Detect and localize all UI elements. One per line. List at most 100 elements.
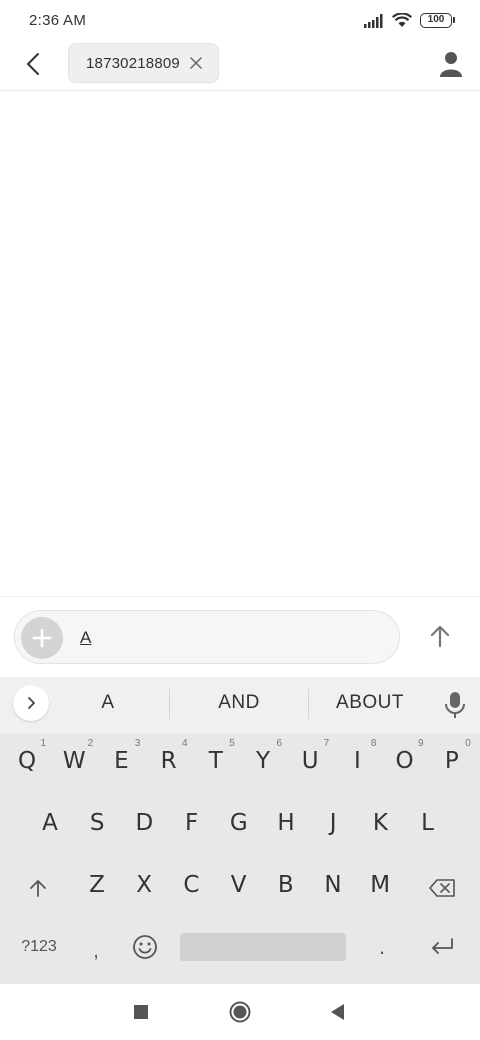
- key-f[interactable]: F: [169, 795, 215, 851]
- key-j[interactable]: J: [310, 795, 356, 851]
- key-d[interactable]: D: [121, 795, 167, 851]
- compose-bar: A: [0, 596, 480, 676]
- recipient-number: 18730218809: [86, 54, 180, 72]
- key-number-hint: 2: [87, 738, 94, 749]
- key-label: A: [42, 810, 58, 836]
- voice-input-button[interactable]: [443, 690, 467, 720]
- status-bar: 2:36 AM 100: [0, 0, 480, 42]
- symbols-key[interactable]: ?123: [14, 919, 64, 975]
- key-a[interactable]: A: [27, 795, 73, 851]
- key-n[interactable]: N: [310, 857, 356, 913]
- key-label: L: [421, 810, 434, 836]
- key-label: W: [62, 748, 86, 774]
- close-icon: [190, 57, 202, 69]
- home-button[interactable]: [228, 1000, 252, 1024]
- key-v[interactable]: V: [216, 857, 262, 913]
- battery-level: 100: [427, 14, 445, 25]
- key-s[interactable]: S: [74, 795, 120, 851]
- key-number-hint: 5: [229, 738, 235, 749]
- back-nav-button[interactable]: [326, 1000, 350, 1024]
- key-c[interactable]: C: [168, 857, 214, 913]
- key-label: S: [89, 810, 105, 836]
- circle-icon: [229, 1001, 251, 1023]
- key-label: G: [229, 810, 248, 836]
- key-label: I: [353, 748, 361, 774]
- key-number-hint: 4: [182, 738, 188, 749]
- key-label: X: [136, 872, 153, 898]
- key-number-hint: 3: [134, 738, 141, 749]
- key-y[interactable]: Y6: [240, 733, 286, 789]
- suggestion-divider: [308, 689, 309, 719]
- key-m[interactable]: M: [357, 857, 403, 913]
- key-label: J: [329, 810, 337, 836]
- key-label: F: [184, 810, 199, 836]
- key-e[interactable]: E3: [98, 733, 144, 789]
- key-label: U: [301, 748, 319, 774]
- key-label: P: [444, 748, 459, 774]
- status-icons: 100: [364, 13, 455, 28]
- key-x[interactable]: X: [121, 857, 167, 913]
- key-label: Q: [17, 748, 37, 774]
- key-k[interactable]: K: [357, 795, 403, 851]
- send-button[interactable]: [423, 619, 457, 653]
- recents-button[interactable]: [129, 1000, 153, 1024]
- expand-toolbar-button[interactable]: [13, 685, 49, 721]
- key-i[interactable]: I8: [334, 733, 380, 789]
- send-arrow-icon: [430, 625, 450, 648]
- shift-key[interactable]: [16, 860, 60, 916]
- backspace-icon: [429, 879, 455, 897]
- key-label: R: [160, 748, 177, 774]
- status-time: 2:36 AM: [29, 12, 87, 29]
- key-label: C: [183, 872, 200, 898]
- key-label: E: [114, 748, 129, 774]
- suggestion-1[interactable]: A: [98, 692, 118, 714]
- key-number-hint: 1: [40, 738, 46, 749]
- navigation-bar: [0, 983, 480, 1040]
- key-r[interactable]: R4: [146, 733, 192, 789]
- key-label: V: [230, 872, 247, 898]
- key-number-hint: 7: [323, 738, 330, 749]
- key-z[interactable]: Z: [74, 857, 120, 913]
- attach-button[interactable]: [21, 617, 63, 659]
- triangle-back-icon: [331, 1004, 344, 1020]
- key-o[interactable]: O9: [382, 733, 428, 789]
- back-button[interactable]: [20, 50, 48, 78]
- key-t[interactable]: T5: [193, 733, 239, 789]
- key-b[interactable]: B: [263, 857, 309, 913]
- message-list[interactable]: [0, 92, 480, 595]
- conversation-header: 18730218809: [0, 42, 480, 91]
- key-label: K: [372, 810, 388, 836]
- key-label: T: [208, 748, 223, 774]
- suggestion-2[interactable]: AND: [204, 692, 274, 714]
- wifi-icon: [392, 13, 412, 27]
- remove-recipient-button[interactable]: [189, 56, 203, 70]
- backspace-key[interactable]: [420, 860, 464, 916]
- suggestion-3[interactable]: ABOUT: [328, 692, 412, 714]
- message-input[interactable]: A: [14, 610, 400, 664]
- microphone-icon: [445, 692, 465, 718]
- key-u[interactable]: U7: [287, 733, 333, 789]
- key-q[interactable]: Q1: [4, 733, 50, 789]
- key-label: Y: [255, 748, 271, 774]
- message-text: A: [80, 628, 92, 647]
- enter-key[interactable]: [420, 919, 464, 975]
- key-h[interactable]: H: [263, 795, 309, 851]
- key-p[interactable]: P0: [429, 733, 475, 789]
- key-label: H: [277, 810, 295, 836]
- space-key[interactable]: [180, 933, 346, 961]
- enter-icon: [432, 938, 453, 954]
- period-key[interactable]: .: [370, 919, 394, 975]
- plus-icon: [32, 628, 52, 648]
- key-label: B: [277, 872, 294, 898]
- add-contact-button[interactable]: [438, 50, 464, 78]
- key-w[interactable]: W2: [51, 733, 97, 789]
- key-l[interactable]: L: [405, 795, 451, 851]
- recipient-chip[interactable]: 18730218809: [68, 43, 219, 83]
- suggestion-bar: A AND ABOUT: [0, 677, 480, 733]
- contact-icon: [440, 52, 462, 77]
- key-g[interactable]: G: [216, 795, 262, 851]
- emoji-key[interactable]: [128, 919, 162, 975]
- comma-key[interactable]: ,: [82, 923, 110, 979]
- key-number-hint: 8: [370, 738, 377, 749]
- key-label: M: [370, 872, 391, 898]
